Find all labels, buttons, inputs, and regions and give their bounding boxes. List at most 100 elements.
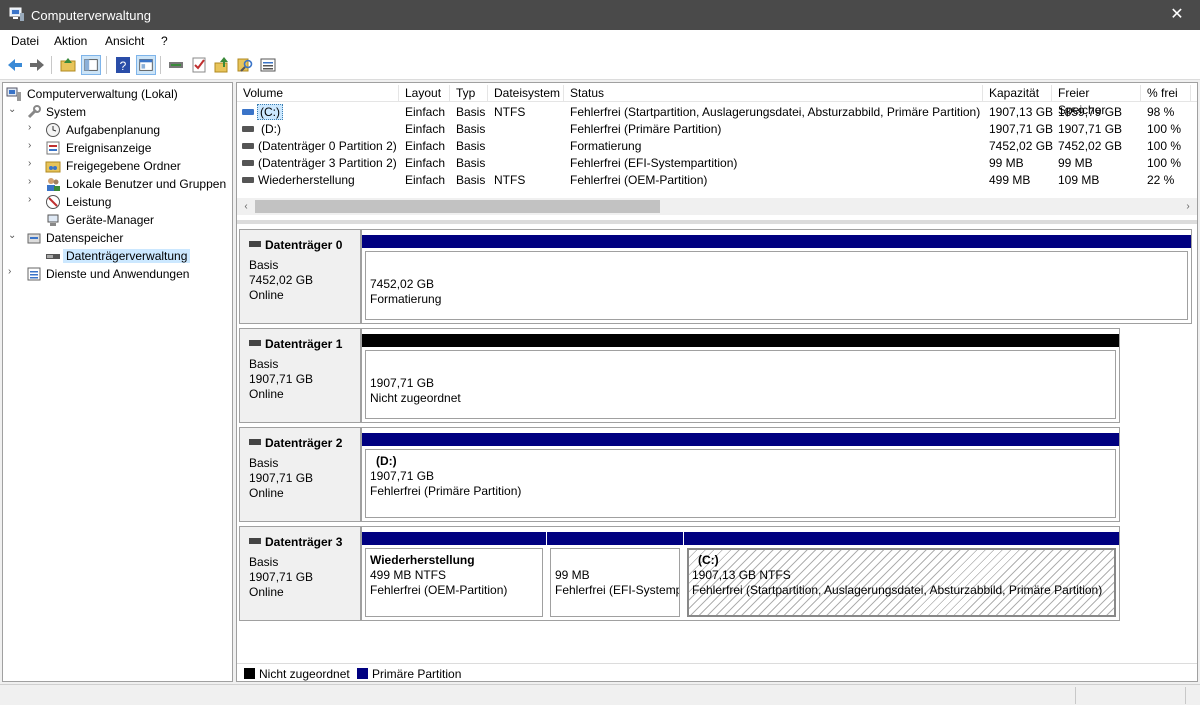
- cell-fs: NTFS: [494, 105, 526, 119]
- menu-aktion[interactable]: Aktion: [54, 34, 87, 48]
- partition-bar: [684, 532, 1119, 545]
- chevron-right-icon[interactable]: ›: [28, 140, 38, 151]
- chevron-right-icon[interactable]: ›: [28, 194, 38, 205]
- check-icon[interactable]: [189, 55, 209, 75]
- chevron-down-icon[interactable]: ⌄: [8, 230, 18, 241]
- menu-ansicht[interactable]: Ansicht: [105, 34, 144, 48]
- partition-body: (C:) 1907,13 GB NTFS Fehlerfrei (Startpa…: [687, 548, 1116, 617]
- cell-free: 99 MB: [1058, 156, 1093, 170]
- volume-row[interactable]: Wiederherstellung Einfach Basis NTFS Feh…: [237, 172, 1187, 189]
- col-volume[interactable]: Volume: [237, 85, 399, 102]
- main-panel: Volume Layout Typ Dateisystem Status Kap…: [236, 82, 1198, 682]
- partition-status: Nicht zugeordnet: [370, 391, 461, 405]
- col-dateisystem[interactable]: Dateisystem: [488, 85, 564, 102]
- cell-typ: Basis: [456, 156, 486, 170]
- list-icon[interactable]: [258, 55, 278, 75]
- cell-free: 1859,79 GB: [1058, 105, 1123, 119]
- cell-capacity: 499 MB: [989, 173, 1031, 187]
- chevron-right-icon[interactable]: ›: [28, 158, 38, 169]
- cell-volume: (C:): [257, 104, 283, 121]
- drive-icon: [242, 126, 254, 132]
- cell-capacity: 1907,13 GB: [989, 105, 1054, 119]
- scrollbar-thumb[interactable]: [255, 200, 660, 213]
- partition[interactable]: (C:) 1907,13 GB NTFS Fehlerfrei (Startpa…: [684, 532, 1119, 620]
- back-icon[interactable]: [5, 55, 25, 75]
- disk-icon: [249, 340, 261, 346]
- partition-body: Wiederherstellung 499 MB NTFS Fehlerfrei…: [365, 548, 543, 617]
- disk-label[interactable]: Datenträger 1 Basis 1907,71 GB Online: [239, 328, 361, 423]
- partition-bar: [547, 532, 683, 545]
- disk-label[interactable]: Datenträger 3 Basis 1907,71 GB Online: [239, 526, 361, 621]
- cell-status: Fehlerfrei (Startpartition, Auslagerungs…: [570, 105, 981, 119]
- legend-primary: Primäre Partition: [372, 667, 462, 681]
- disk-size: 1907,71 GB: [249, 372, 314, 386]
- export-icon[interactable]: [212, 55, 232, 75]
- tree-item-label: Lokale Benutzer und Gruppen: [66, 177, 227, 191]
- partition[interactable]: Wiederherstellung 499 MB NTFS Fehlerfrei…: [362, 532, 546, 620]
- cell-typ: Basis: [456, 122, 486, 136]
- disk-state: Online: [249, 585, 284, 599]
- col-typ[interactable]: Typ: [450, 85, 488, 102]
- toolbar: ?: [0, 51, 1200, 80]
- partition[interactable]: 99 MB Fehlerfrei (EFI-Systemp: [547, 532, 683, 620]
- storage-icon: [27, 233, 41, 244]
- forward-icon[interactable]: [27, 55, 47, 75]
- partition[interactable]: 7452,02 GB Formatierung: [362, 235, 1191, 323]
- partition[interactable]: 1907,71 GB Nicht zugeordnet: [362, 334, 1119, 422]
- chevron-right-icon[interactable]: ›: [28, 122, 38, 133]
- chevron-right-icon[interactable]: ›: [8, 266, 18, 277]
- partition[interactable]: (D:) 1907,71 GB Fehlerfrei (Primäre Part…: [362, 433, 1119, 521]
- menu-help[interactable]: ?: [161, 34, 168, 48]
- up-folder-icon[interactable]: [58, 55, 78, 75]
- menu-datei[interactable]: Datei: [11, 34, 39, 48]
- col-kapazitaet[interactable]: Kapazität: [983, 85, 1052, 102]
- search-icon[interactable]: [235, 55, 255, 75]
- volume-row[interactable]: (D:) Einfach Basis Fehlerfrei (Primäre P…: [237, 121, 1187, 138]
- col-status[interactable]: Status: [564, 85, 983, 102]
- partition-name: (C:): [698, 553, 719, 567]
- disk-size: 7452,02 GB: [249, 273, 314, 287]
- volume-row[interactable]: (C:) Einfach Basis NTFS Fehlerfrei (Star…: [237, 104, 1187, 121]
- show-hide-tree-icon[interactable]: [81, 55, 101, 75]
- cell-layout: Einfach: [405, 122, 446, 136]
- volume-row[interactable]: (Datenträger 3 Partition 2) Einfach Basi…: [237, 155, 1187, 172]
- drive-icon: [242, 160, 254, 166]
- partition-bar: [362, 235, 1191, 248]
- properties-icon[interactable]: [136, 55, 156, 75]
- partition-body: 1907,71 GB Nicht zugeordnet: [365, 350, 1116, 419]
- disk-icon: [249, 439, 261, 445]
- partition-size: 1907,71 GB: [370, 469, 435, 483]
- partition-size: 1907,13 GB NTFS: [692, 568, 791, 582]
- computer-management-icon: [9, 7, 24, 21]
- performance-icon: [46, 195, 60, 209]
- scroll-right-icon[interactable]: ›: [1180, 199, 1196, 215]
- col-freier-speicher[interactable]: Freier Speicher: [1052, 85, 1141, 117]
- partition-bar: [362, 334, 1119, 347]
- horizontal-scrollbar[interactable]: ‹ ›: [237, 198, 1197, 215]
- disk-name: Datenträger 1: [249, 337, 342, 351]
- navigation-tree: Computerverwaltung (Lokal) ⌄ System › Au…: [2, 82, 233, 682]
- close-icon[interactable]: ✕: [1154, 0, 1200, 30]
- disk-label[interactable]: Datenträger 0 Basis 7452,02 GB Online: [239, 229, 361, 324]
- tree-item-label: Datenspeicher: [46, 231, 124, 245]
- help-icon[interactable]: ?: [113, 55, 133, 75]
- cell-pct: 100 %: [1147, 156, 1182, 170]
- connect-icon[interactable]: [166, 55, 186, 75]
- partition-name: (D:): [376, 454, 397, 468]
- disk-type: Basis: [249, 555, 279, 569]
- tree-root-label: Computerverwaltung (Lokal): [27, 87, 178, 101]
- tree-item-label: Datenträgerverwaltung: [63, 249, 191, 263]
- col-prozent-frei[interactable]: % frei: [1141, 85, 1191, 102]
- disk-label[interactable]: Datenträger 2 Basis 1907,71 GB Online: [239, 427, 361, 522]
- partition-body: (D:) 1907,71 GB Fehlerfrei (Primäre Part…: [365, 449, 1116, 518]
- chevron-down-icon[interactable]: ⌄: [8, 104, 18, 115]
- tree-item-label: Dienste und Anwendungen: [46, 267, 190, 281]
- toolbar-separator: [160, 56, 161, 74]
- cell-volume: (Datenträger 0 Partition 2): [258, 139, 397, 153]
- chevron-right-icon[interactable]: ›: [28, 176, 38, 187]
- volume-row[interactable]: (Datenträger 0 Partition 2) Einfach Basi…: [237, 138, 1187, 155]
- status-bar: [0, 684, 1200, 705]
- legend: Nicht zugeordnet Primäre Partition: [237, 663, 1197, 681]
- col-layout[interactable]: Layout: [399, 85, 450, 102]
- scroll-left-icon[interactable]: ‹: [238, 199, 254, 215]
